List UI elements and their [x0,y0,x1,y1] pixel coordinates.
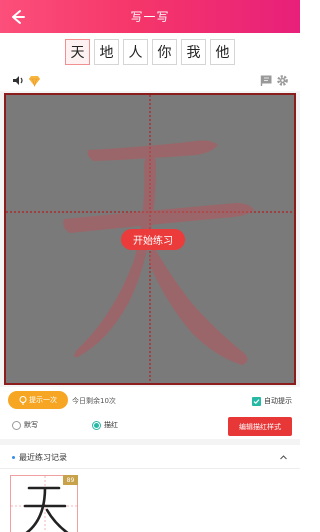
lightbulb-icon [19,395,27,404]
hint-once-label: 提示一次 [29,397,57,404]
records-title: 最近练习记录 [19,453,67,462]
flag-icon[interactable] [260,74,273,87]
auto-hint-checkbox[interactable]: 自动提示 [252,396,292,406]
mode-trace-label: 描红 [104,421,118,429]
character-tabs: 天 地 人 你 我 他 [0,33,300,71]
char-tab-3[interactable]: 人 [123,39,148,65]
records-panel: 最近练习记录 89 [0,445,300,532]
edit-trace-style-button[interactable]: 编辑描红样式 [228,417,292,436]
remaining-count: 今日剩余10次 [72,397,116,405]
mode-dictation-radio[interactable]: 默写 [12,420,38,430]
record-card[interactable]: 89 [10,475,79,532]
guide-character [63,140,254,365]
header: 写一写 [0,0,300,33]
auto-hint-label: 自动提示 [264,397,292,405]
record-score-badge: 89 [63,475,78,485]
bullet-dot-icon [12,456,15,459]
chevron-up-icon[interactable] [279,453,288,462]
page-title: 写一写 [130,10,170,24]
mode-trace-radio[interactable]: 描红 [92,420,118,430]
char-tab-1[interactable]: 天 [65,39,90,65]
char-tab-5[interactable]: 我 [181,39,206,65]
diamond-icon[interactable] [28,74,41,87]
app: 写一写 天 地 人 你 我 他 开始练习 提示一次 今日剩余10次 自动提示 默… [0,0,300,532]
gear-icon[interactable] [276,74,289,87]
char-tab-6[interactable]: 他 [210,39,235,65]
char-tab-4[interactable]: 你 [152,39,177,65]
radio-selected-icon [92,420,101,430]
hint-once-button[interactable]: 提示一次 [8,391,68,409]
char-tab-2[interactable]: 地 [94,39,119,65]
records-header[interactable]: 最近练习记录 [0,445,300,469]
radio-unselected-icon [12,420,21,430]
writing-grid[interactable]: 开始练习 [4,93,296,385]
speaker-icon[interactable] [12,74,25,87]
start-practice-button[interactable]: 开始练习 [121,229,185,250]
controls-panel: 提示一次 今日剩余10次 自动提示 默写 描红 编辑描红样式 [0,387,300,439]
tool-row [0,71,300,91]
checkbox-checked-icon [252,396,261,406]
mode-dictation-label: 默写 [24,421,38,429]
back-arrow-icon[interactable] [8,8,26,26]
mode-row: 默写 描红 编辑描红样式 [0,417,300,436]
